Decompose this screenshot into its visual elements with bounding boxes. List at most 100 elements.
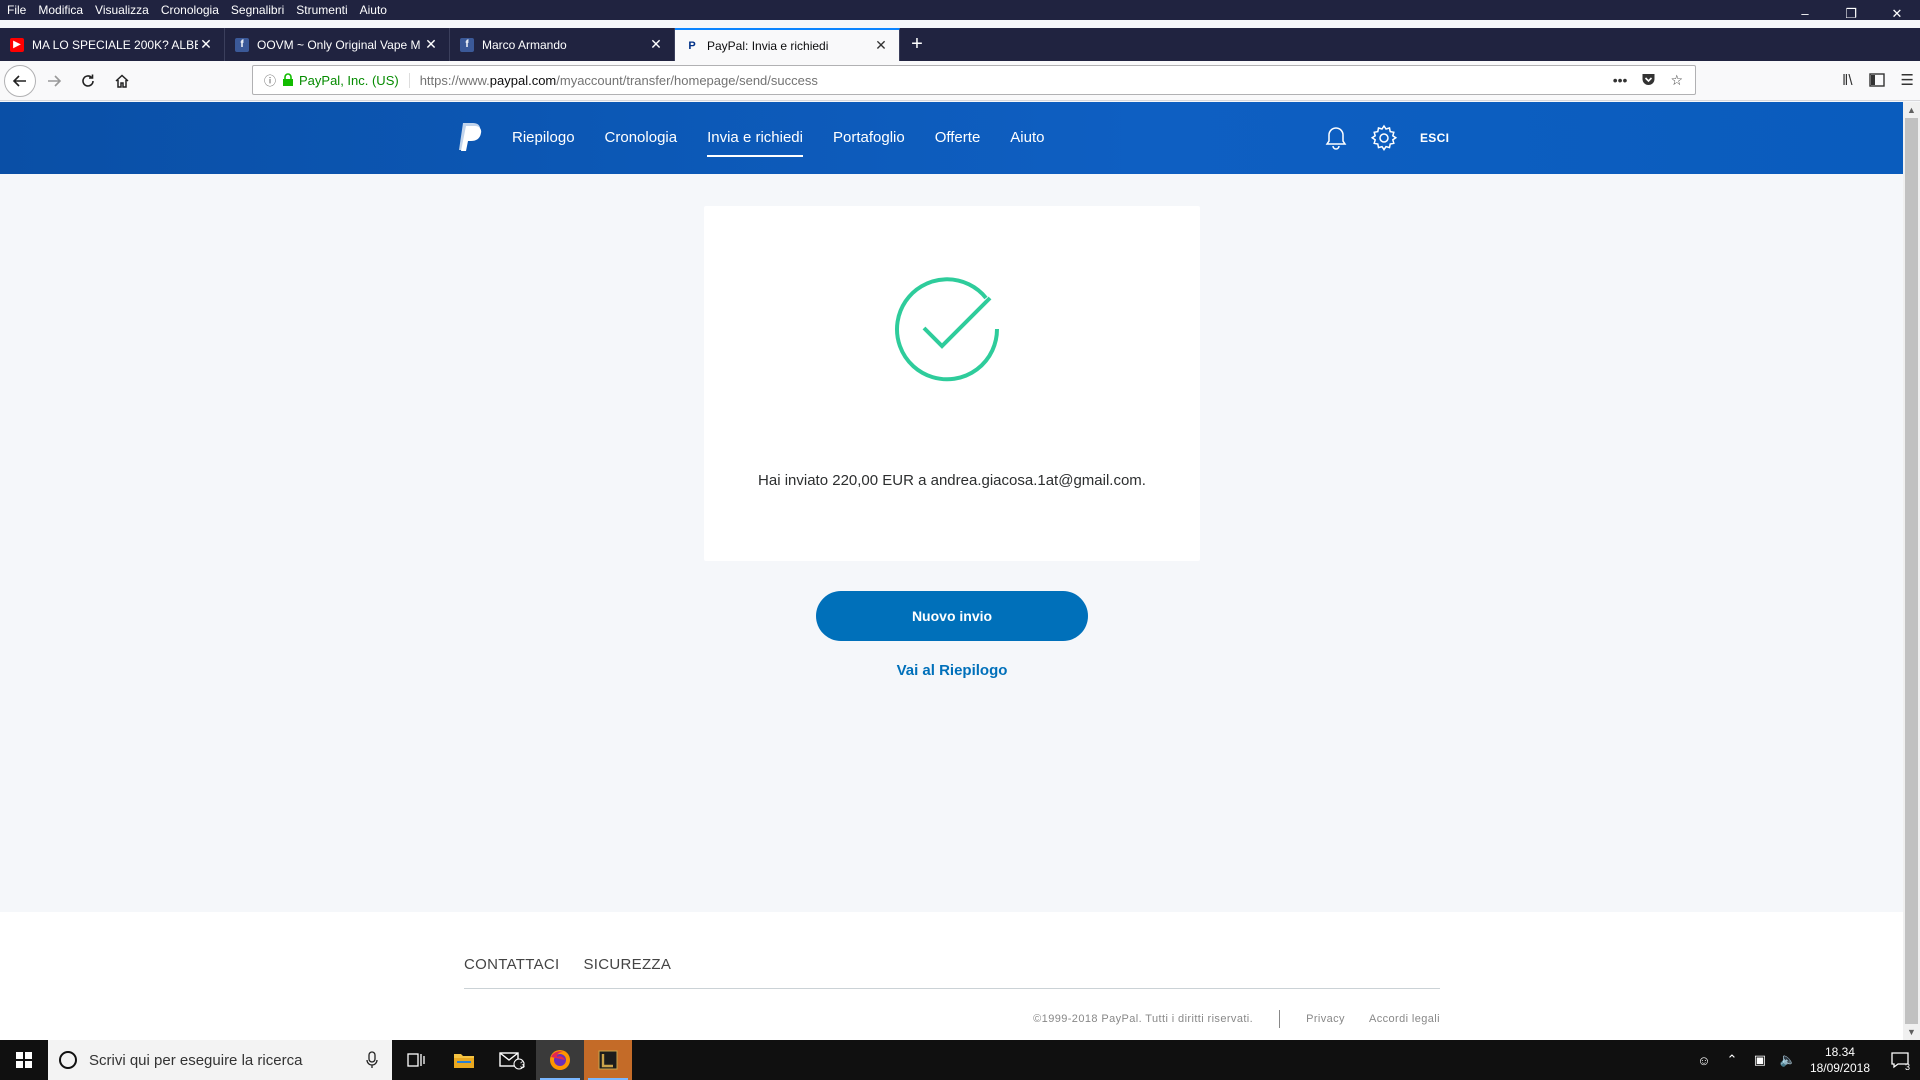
pocket-icon[interactable]	[1641, 72, 1656, 87]
nav-aiuto[interactable]: Aiuto	[1010, 102, 1044, 174]
bell-icon[interactable]	[1322, 124, 1350, 152]
tab-paypal[interactable]: P PayPal: Invia e richiedi ✕	[675, 28, 900, 61]
mail-button[interactable]: 3	[488, 1040, 536, 1080]
action-center-button[interactable]: 3	[1880, 1040, 1920, 1080]
header-actions: ESCI	[1322, 102, 1449, 174]
footer-separator	[1279, 1010, 1281, 1028]
page-scrollbar[interactable]: ▲ ▼	[1903, 102, 1920, 1040]
library-icon[interactable]: ‖\	[1842, 72, 1852, 89]
youtube-icon: ▶	[10, 37, 24, 52]
reload-button[interactable]	[72, 65, 104, 97]
tab-marco-armando[interactable]: f Marco Armando ✕	[450, 28, 675, 61]
close-tab-icon[interactable]: ✕	[648, 36, 664, 53]
restore-button[interactable]: ❐	[1828, 0, 1874, 28]
toolbar-right: ‖\ ☰	[1842, 65, 1914, 95]
close-window-button[interactable]: ✕	[1874, 0, 1920, 28]
success-check-icon	[895, 277, 1000, 382]
sidebar-icon[interactable]	[1868, 73, 1885, 87]
navigation-toolbar: ⓘ PayPal, Inc. (US) https://www.paypal.c…	[0, 61, 1920, 101]
firefox-icon	[550, 1050, 570, 1070]
scroll-up-arrow-icon[interactable]: ▲	[1903, 102, 1920, 118]
menu-file[interactable]: File	[0, 3, 32, 17]
nav-riepilogo[interactable]: Riepilogo	[512, 102, 575, 174]
lock-icon	[283, 73, 293, 86]
menu-bar: File Modifica Visualizza Cronologia Segn…	[0, 0, 1920, 20]
system-tray: ☺ ⌃ ▣ 🔈 18.34 18/09/2018 3	[1690, 1040, 1920, 1080]
scrollbar-thumb[interactable]	[1905, 118, 1918, 1024]
forward-button[interactable]	[38, 65, 70, 97]
privacy-link[interactable]: Privacy	[1306, 1013, 1345, 1025]
gear-icon[interactable]	[1370, 124, 1398, 152]
close-tab-icon[interactable]: ✕	[423, 36, 439, 53]
show-hidden-icons-icon[interactable]: ⌃	[1720, 1052, 1744, 1068]
nav-cronologia[interactable]: Cronologia	[605, 102, 678, 174]
nav-invia-e-richiedi[interactable]: Invia e richiedi	[707, 102, 803, 174]
page-footer: CONTATTACI SICUREZZA ©1999-2018 PayPal. …	[0, 912, 1903, 1040]
go-to-summary-link[interactable]: Vai al Riepilogo	[816, 662, 1088, 679]
home-button[interactable]	[106, 65, 138, 97]
url-text[interactable]: https://www.paypal.com/myaccount/transfe…	[420, 73, 1613, 88]
forward-arrow-icon	[48, 74, 62, 87]
menu-strumenti[interactable]: Strumenti	[290, 3, 353, 17]
menu-aiuto[interactable]: Aiuto	[354, 3, 393, 17]
menu-segnalibri[interactable]: Segnalibri	[225, 3, 290, 17]
minimize-button[interactable]: –	[1782, 0, 1828, 28]
game-launcher-button[interactable]	[584, 1040, 632, 1080]
url-prefix: https://www.	[419, 72, 490, 88]
paypal-logo-icon[interactable]	[457, 122, 483, 152]
back-arrow-icon	[12, 74, 26, 87]
success-message: Hai inviato 220,00 EUR a andrea.giacosa.…	[758, 472, 1146, 489]
tab-title: Marco Armando	[482, 37, 567, 52]
footer-security-link[interactable]: SICUREZZA	[584, 956, 672, 973]
task-view-button[interactable]	[392, 1040, 440, 1080]
url-path: /myaccount/transfer/homepage/send/succes…	[556, 72, 818, 88]
game-logo-icon	[598, 1050, 618, 1070]
window-controls: – ❐ ✕	[1782, 0, 1920, 28]
cortana-icon	[59, 1051, 77, 1069]
legal-agreements-link[interactable]: Accordi legali	[1369, 1013, 1440, 1025]
menu-visualizza[interactable]: Visualizza	[89, 3, 155, 17]
home-icon	[115, 73, 129, 88]
mail-badge: 3	[520, 1060, 526, 1070]
start-button[interactable]	[0, 1040, 48, 1080]
paypal-icon: P	[688, 39, 696, 52]
tab-youtube[interactable]: ▶ MA LO SPECIALE 200K? ALBERTO ✕	[0, 28, 225, 61]
network-icon[interactable]: ▣	[1748, 1052, 1772, 1068]
url-bar[interactable]: ⓘ PayPal, Inc. (US) https://www.paypal.c…	[252, 65, 1696, 95]
menu-modifica[interactable]: Modifica	[32, 3, 89, 17]
clock-date: 18/09/2018	[1809, 1061, 1870, 1075]
nav-portafoglio[interactable]: Portafoglio	[833, 102, 905, 174]
footer-contact-link[interactable]: CONTATTACI	[464, 956, 560, 973]
hamburger-menu-icon[interactable]: ☰	[1901, 71, 1914, 89]
scroll-down-arrow-icon[interactable]: ▼	[1903, 1024, 1920, 1040]
microphone-icon[interactable]	[366, 1051, 378, 1069]
people-icon[interactable]: ☺	[1692, 1053, 1716, 1068]
footer-legal: ©1999-2018 PayPal. Tutti i diritti riser…	[1033, 1010, 1440, 1028]
footer-divider	[464, 988, 1440, 989]
taskbar-search[interactable]: Scrivi qui per eseguire la ricerca	[48, 1040, 392, 1080]
nav-offerte[interactable]: Offerte	[935, 102, 981, 174]
close-tab-icon[interactable]: ✕	[198, 36, 214, 53]
back-button[interactable]	[4, 64, 36, 97]
new-send-button[interactable]: Nuovo invio	[816, 591, 1088, 641]
logout-link[interactable]: ESCI	[1420, 131, 1449, 145]
firefox-button[interactable]	[536, 1040, 584, 1080]
tab-title: PayPal: Invia e richiedi	[707, 38, 829, 53]
new-tab-button[interactable]: +	[900, 28, 934, 61]
close-tab-icon[interactable]: ✕	[873, 37, 889, 54]
site-identity[interactable]: PayPal, Inc. (US)	[299, 72, 410, 88]
tab-title: MA LO SPECIALE 200K? ALBERTO	[32, 37, 198, 52]
url-actions: ••• ☆	[1613, 72, 1695, 89]
tab-oovm[interactable]: f OOVM ~ Only Original Vape M ✕	[225, 28, 450, 61]
bookmark-star-icon[interactable]: ☆	[1670, 72, 1683, 89]
clock[interactable]: 18.34 18/09/2018	[1810, 1044, 1870, 1076]
file-explorer-button[interactable]	[440, 1040, 488, 1080]
success-card: Hai inviato 220,00 EUR a andrea.giacosa.…	[704, 206, 1200, 561]
info-icon[interactable]: ⓘ	[259, 72, 281, 89]
volume-icon[interactable]: 🔈	[1776, 1052, 1800, 1068]
footer-links: CONTATTACI SICUREZZA	[464, 956, 671, 973]
windows-taskbar: Scrivi qui per eseguire la ricerca 3 ☺ ⌃…	[0, 1040, 1920, 1080]
notification-badge: 3	[1904, 1062, 1910, 1072]
menu-cronologia[interactable]: Cronologia	[155, 3, 225, 17]
page-actions-icon[interactable]: •••	[1613, 72, 1628, 89]
